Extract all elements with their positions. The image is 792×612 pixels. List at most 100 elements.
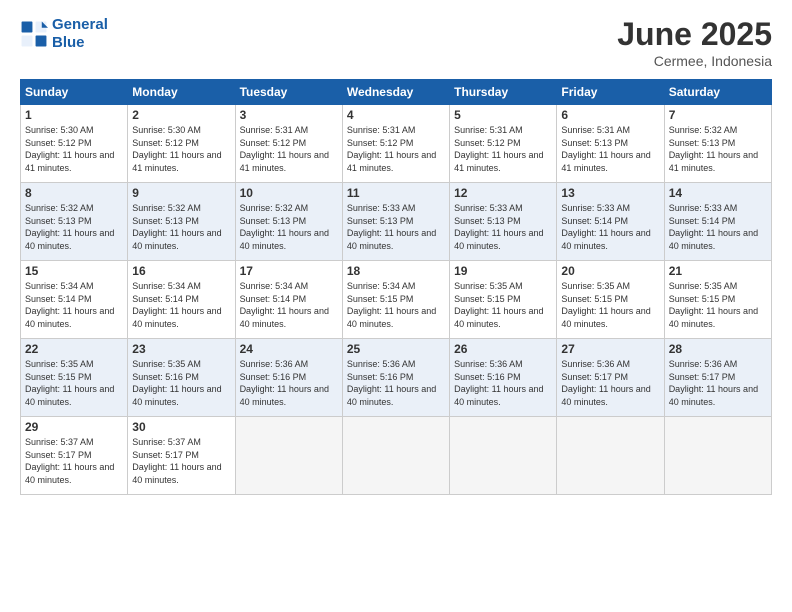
day-info: Sunrise: 5:32 AM Sunset: 5:13 PM Dayligh… [132, 202, 230, 252]
week-row-4: 22 Sunrise: 5:35 AM Sunset: 5:15 PM Dayl… [21, 339, 772, 417]
day-cell: 12 Sunrise: 5:33 AM Sunset: 5:13 PM Dayl… [450, 183, 557, 261]
day-info: Sunrise: 5:36 AM Sunset: 5:16 PM Dayligh… [240, 358, 338, 408]
day-number: 19 [454, 264, 552, 278]
day-cell: 26 Sunrise: 5:36 AM Sunset: 5:16 PM Dayl… [450, 339, 557, 417]
day-info: Sunrise: 5:32 AM Sunset: 5:13 PM Dayligh… [25, 202, 123, 252]
day-cell: 17 Sunrise: 5:34 AM Sunset: 5:14 PM Dayl… [235, 261, 342, 339]
day-cell [664, 417, 771, 495]
day-cell: 4 Sunrise: 5:31 AM Sunset: 5:12 PM Dayli… [342, 105, 449, 183]
day-cell: 24 Sunrise: 5:36 AM Sunset: 5:16 PM Dayl… [235, 339, 342, 417]
day-cell [450, 417, 557, 495]
day-cell: 29 Sunrise: 5:37 AM Sunset: 5:17 PM Dayl… [21, 417, 128, 495]
calendar-page: General Blue June 2025 Cermee, Indonesia… [0, 0, 792, 612]
day-number: 17 [240, 264, 338, 278]
day-info: Sunrise: 5:36 AM Sunset: 5:16 PM Dayligh… [454, 358, 552, 408]
day-number: 26 [454, 342, 552, 356]
day-cell: 25 Sunrise: 5:36 AM Sunset: 5:16 PM Dayl… [342, 339, 449, 417]
title-block: June 2025 Cermee, Indonesia [617, 16, 772, 69]
day-number: 12 [454, 186, 552, 200]
day-cell: 21 Sunrise: 5:35 AM Sunset: 5:15 PM Dayl… [664, 261, 771, 339]
logo-text: General Blue [52, 16, 108, 52]
day-cell: 8 Sunrise: 5:32 AM Sunset: 5:13 PM Dayli… [21, 183, 128, 261]
day-number: 23 [132, 342, 230, 356]
day-number: 9 [132, 186, 230, 200]
day-number: 16 [132, 264, 230, 278]
day-cell: 20 Sunrise: 5:35 AM Sunset: 5:15 PM Dayl… [557, 261, 664, 339]
day-info: Sunrise: 5:34 AM Sunset: 5:15 PM Dayligh… [347, 280, 445, 330]
day-cell: 22 Sunrise: 5:35 AM Sunset: 5:15 PM Dayl… [21, 339, 128, 417]
day-cell: 11 Sunrise: 5:33 AM Sunset: 5:13 PM Dayl… [342, 183, 449, 261]
day-number: 7 [669, 108, 767, 122]
day-info: Sunrise: 5:31 AM Sunset: 5:12 PM Dayligh… [347, 124, 445, 174]
day-info: Sunrise: 5:33 AM Sunset: 5:13 PM Dayligh… [454, 202, 552, 252]
day-number: 29 [25, 420, 123, 434]
day-number: 8 [25, 186, 123, 200]
day-info: Sunrise: 5:30 AM Sunset: 5:12 PM Dayligh… [132, 124, 230, 174]
day-info: Sunrise: 5:31 AM Sunset: 5:12 PM Dayligh… [240, 124, 338, 174]
day-number: 11 [347, 186, 445, 200]
logo: General Blue [20, 16, 108, 52]
day-info: Sunrise: 5:34 AM Sunset: 5:14 PM Dayligh… [132, 280, 230, 330]
day-cell: 14 Sunrise: 5:33 AM Sunset: 5:14 PM Dayl… [664, 183, 771, 261]
day-number: 15 [25, 264, 123, 278]
logo-icon [20, 20, 48, 48]
week-row-5: 29 Sunrise: 5:37 AM Sunset: 5:17 PM Dayl… [21, 417, 772, 495]
day-number: 27 [561, 342, 659, 356]
day-info: Sunrise: 5:30 AM Sunset: 5:12 PM Dayligh… [25, 124, 123, 174]
day-number: 21 [669, 264, 767, 278]
day-number: 13 [561, 186, 659, 200]
day-cell: 19 Sunrise: 5:35 AM Sunset: 5:15 PM Dayl… [450, 261, 557, 339]
day-number: 28 [669, 342, 767, 356]
day-cell [235, 417, 342, 495]
day-info: Sunrise: 5:36 AM Sunset: 5:17 PM Dayligh… [669, 358, 767, 408]
day-info: Sunrise: 5:35 AM Sunset: 5:15 PM Dayligh… [25, 358, 123, 408]
col-header-monday: Monday [128, 80, 235, 105]
day-info: Sunrise: 5:35 AM Sunset: 5:15 PM Dayligh… [561, 280, 659, 330]
day-cell: 16 Sunrise: 5:34 AM Sunset: 5:14 PM Dayl… [128, 261, 235, 339]
day-number: 18 [347, 264, 445, 278]
day-cell: 3 Sunrise: 5:31 AM Sunset: 5:12 PM Dayli… [235, 105, 342, 183]
day-info: Sunrise: 5:33 AM Sunset: 5:14 PM Dayligh… [561, 202, 659, 252]
col-header-thursday: Thursday [450, 80, 557, 105]
week-row-1: 1 Sunrise: 5:30 AM Sunset: 5:12 PM Dayli… [21, 105, 772, 183]
day-info: Sunrise: 5:32 AM Sunset: 5:13 PM Dayligh… [240, 202, 338, 252]
day-number: 30 [132, 420, 230, 434]
day-cell: 9 Sunrise: 5:32 AM Sunset: 5:13 PM Dayli… [128, 183, 235, 261]
header-row: SundayMondayTuesdayWednesdayThursdayFrid… [21, 80, 772, 105]
col-header-sunday: Sunday [21, 80, 128, 105]
day-number: 14 [669, 186, 767, 200]
calendar-table: SundayMondayTuesdayWednesdayThursdayFrid… [20, 79, 772, 495]
day-info: Sunrise: 5:36 AM Sunset: 5:17 PM Dayligh… [561, 358, 659, 408]
day-cell: 28 Sunrise: 5:36 AM Sunset: 5:17 PM Dayl… [664, 339, 771, 417]
day-cell [342, 417, 449, 495]
day-number: 6 [561, 108, 659, 122]
week-row-3: 15 Sunrise: 5:34 AM Sunset: 5:14 PM Dayl… [21, 261, 772, 339]
day-number: 2 [132, 108, 230, 122]
day-info: Sunrise: 5:31 AM Sunset: 5:12 PM Dayligh… [454, 124, 552, 174]
day-cell: 1 Sunrise: 5:30 AM Sunset: 5:12 PM Dayli… [21, 105, 128, 183]
col-header-wednesday: Wednesday [342, 80, 449, 105]
month-title: June 2025 [617, 16, 772, 53]
day-number: 25 [347, 342, 445, 356]
day-cell [557, 417, 664, 495]
day-number: 1 [25, 108, 123, 122]
day-number: 10 [240, 186, 338, 200]
day-info: Sunrise: 5:37 AM Sunset: 5:17 PM Dayligh… [25, 436, 123, 486]
day-info: Sunrise: 5:35 AM Sunset: 5:15 PM Dayligh… [454, 280, 552, 330]
day-cell: 27 Sunrise: 5:36 AM Sunset: 5:17 PM Dayl… [557, 339, 664, 417]
day-cell: 6 Sunrise: 5:31 AM Sunset: 5:13 PM Dayli… [557, 105, 664, 183]
day-cell: 18 Sunrise: 5:34 AM Sunset: 5:15 PM Dayl… [342, 261, 449, 339]
day-number: 5 [454, 108, 552, 122]
col-header-saturday: Saturday [664, 80, 771, 105]
location: Cermee, Indonesia [617, 53, 772, 69]
day-info: Sunrise: 5:34 AM Sunset: 5:14 PM Dayligh… [25, 280, 123, 330]
day-info: Sunrise: 5:31 AM Sunset: 5:13 PM Dayligh… [561, 124, 659, 174]
day-cell: 7 Sunrise: 5:32 AM Sunset: 5:13 PM Dayli… [664, 105, 771, 183]
day-info: Sunrise: 5:33 AM Sunset: 5:13 PM Dayligh… [347, 202, 445, 252]
day-cell: 13 Sunrise: 5:33 AM Sunset: 5:14 PM Dayl… [557, 183, 664, 261]
day-number: 24 [240, 342, 338, 356]
day-info: Sunrise: 5:35 AM Sunset: 5:15 PM Dayligh… [669, 280, 767, 330]
day-cell: 23 Sunrise: 5:35 AM Sunset: 5:16 PM Dayl… [128, 339, 235, 417]
day-number: 3 [240, 108, 338, 122]
day-info: Sunrise: 5:37 AM Sunset: 5:17 PM Dayligh… [132, 436, 230, 486]
